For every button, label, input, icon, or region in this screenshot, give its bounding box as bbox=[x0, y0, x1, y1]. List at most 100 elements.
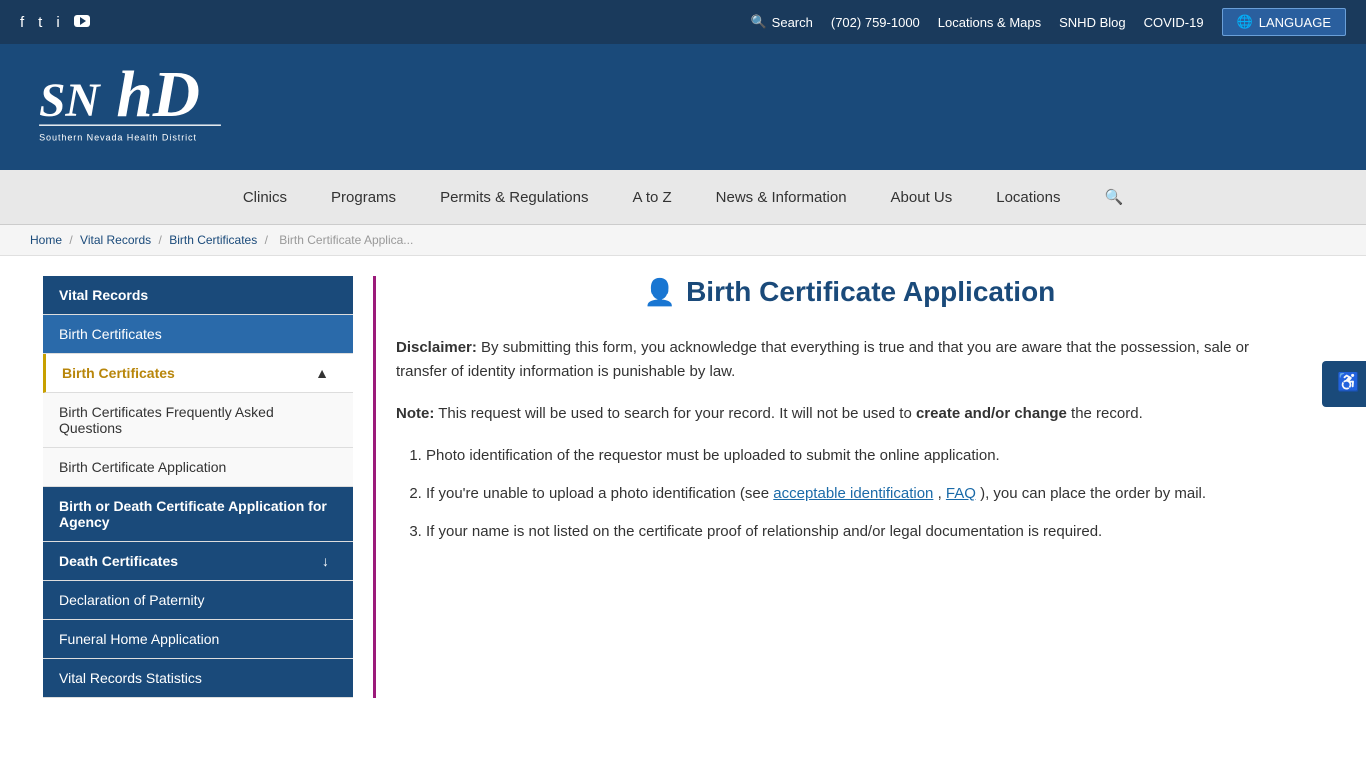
nav-permits-link[interactable]: Permits & Regulations bbox=[418, 171, 610, 224]
sidebar-statistics-link[interactable]: Vital Records Statistics bbox=[43, 659, 353, 697]
page-title: 👤 Birth Certificate Application bbox=[396, 276, 1303, 308]
nav-atoz-link[interactable]: A to Z bbox=[610, 171, 693, 224]
sidebar-faq-link[interactable]: Birth Certificates Frequently Asked Ques… bbox=[43, 393, 353, 447]
nav-item-news[interactable]: News & Information bbox=[694, 171, 869, 224]
sidebar-paternity-item[interactable]: Declaration of Paternity bbox=[43, 581, 353, 620]
utility-links: 🔍 Search (702) 759-1000 Locations & Maps… bbox=[750, 8, 1346, 36]
sidebar-birth-app-item[interactable]: Birth Certificate Application bbox=[43, 448, 353, 487]
disclaimer-label: Disclaimer: bbox=[396, 339, 477, 356]
globe-icon: 🌐 bbox=[1237, 14, 1253, 30]
breadcrumb-vital[interactable]: Vital Records bbox=[80, 233, 151, 247]
sidebar-arrow-up: ▲ bbox=[299, 354, 345, 392]
blog-link[interactable]: SNHD Blog bbox=[1059, 15, 1125, 30]
search-label: Search bbox=[772, 15, 813, 30]
list-item-2-sep: , bbox=[938, 485, 946, 502]
sidebar-vital-records[interactable]: Vital Records bbox=[43, 276, 353, 315]
sidebar-active-row: Birth Certificates ▲ bbox=[46, 354, 353, 392]
sidebar-death-row: Death Certificates ↓ bbox=[43, 542, 353, 580]
list-item-2-text2: ), you can place the order by mail. bbox=[980, 485, 1206, 502]
breadcrumb-home[interactable]: Home bbox=[30, 233, 62, 247]
note-block: Note: This request will be used to searc… bbox=[396, 402, 1303, 426]
list-item-1-text: Photo identification of the requestor mu… bbox=[426, 447, 1000, 464]
sidebar-paternity-link[interactable]: Declaration of Paternity bbox=[43, 581, 353, 619]
sidebar-funeral-link[interactable]: Funeral Home Application bbox=[43, 620, 353, 658]
person-icon: 👤 bbox=[644, 277, 676, 308]
breadcrumb-sep-2: / bbox=[159, 233, 166, 247]
list-item-2: If you're unable to upload a photo ident… bbox=[426, 482, 1303, 506]
breadcrumb: Home / Vital Records / Birth Certificate… bbox=[0, 225, 1366, 256]
main-content: 👤 Birth Certificate Application Disclaim… bbox=[373, 276, 1323, 698]
list-item-2-text1: If you're unable to upload a photo ident… bbox=[426, 485, 773, 502]
sidebar-menu: Vital Records Birth Certificates Birth C… bbox=[43, 276, 353, 698]
note-text: This request will be used to search for … bbox=[438, 405, 916, 422]
breadcrumb-birth[interactable]: Birth Certificates bbox=[169, 233, 257, 247]
covid-link[interactable]: COVID-19 bbox=[1144, 15, 1204, 30]
sidebar-agency-app-link[interactable]: Birth or Death Certificate Application f… bbox=[43, 487, 353, 541]
nav-item-clinics[interactable]: Clinics bbox=[221, 171, 309, 224]
snhd-logo: SN hD Southern Nevada Health District bbox=[30, 62, 230, 152]
phone-link[interactable]: (702) 759-1000 bbox=[831, 15, 920, 30]
nav-item-permits[interactable]: Permits & Regulations bbox=[418, 171, 610, 224]
sidebar-birth-certs-link[interactable]: Birth Certificates bbox=[43, 315, 353, 353]
nav-clinics-link[interactable]: Clinics bbox=[221, 171, 309, 224]
nav-item-programs[interactable]: Programs bbox=[309, 171, 418, 224]
sidebar: Vital Records Birth Certificates Birth C… bbox=[43, 276, 353, 698]
sidebar-faq-item[interactable]: Birth Certificates Frequently Asked Ques… bbox=[43, 393, 353, 448]
site-header: SN hD Southern Nevada Health District bbox=[0, 44, 1366, 170]
note-bold: create and/or change bbox=[916, 405, 1067, 422]
svg-text:hD: hD bbox=[116, 62, 200, 131]
sidebar-statistics-item[interactable]: Vital Records Statistics bbox=[43, 659, 353, 698]
sidebar-death-certs-link[interactable]: Death Certificates bbox=[43, 542, 194, 580]
nav-search-icon[interactable]: 🔍 bbox=[1082, 170, 1145, 224]
nav-programs-link[interactable]: Programs bbox=[309, 171, 418, 224]
sidebar-agency-app-item[interactable]: Birth or Death Certificate Application f… bbox=[43, 487, 353, 542]
twitter-icon[interactable]: t bbox=[38, 14, 42, 31]
note-text2: the record. bbox=[1071, 405, 1143, 422]
sidebar-birth-certs-active[interactable]: Birth Certificates ▲ bbox=[43, 354, 353, 393]
nav-locations-link[interactable]: Locations bbox=[974, 171, 1082, 224]
breadcrumb-sep-1: / bbox=[69, 233, 76, 247]
acceptable-id-link[interactable]: acceptable identification bbox=[773, 485, 933, 502]
search-icon: 🔍 bbox=[750, 14, 766, 30]
breadcrumb-sep-3: / bbox=[265, 233, 272, 247]
svg-text:SN: SN bbox=[39, 75, 101, 127]
nav-about-link[interactable]: About Us bbox=[869, 171, 975, 224]
locations-maps-link[interactable]: Locations & Maps bbox=[938, 15, 1041, 30]
utility-bar: f t i 🔍 Search (702) 759-1000 Locations … bbox=[0, 0, 1366, 44]
sidebar-death-certs-item[interactable]: Death Certificates ↓ bbox=[43, 542, 353, 581]
facebook-icon[interactable]: f bbox=[20, 14, 24, 31]
youtube-icon[interactable] bbox=[74, 14, 90, 31]
list-item-3: If your name is not listed on the certif… bbox=[426, 520, 1303, 544]
logo-area[interactable]: SN hD Southern Nevada Health District bbox=[30, 62, 230, 152]
accessibility-button[interactable]: ♿ bbox=[1322, 361, 1366, 407]
nav-item-atoz[interactable]: A to Z bbox=[610, 171, 693, 224]
sidebar-birth-certs-active-link[interactable]: Birth Certificates bbox=[46, 354, 191, 392]
list-item-1: Photo identification of the requestor mu… bbox=[426, 444, 1303, 468]
content-list: Photo identification of the requestor mu… bbox=[396, 444, 1303, 544]
main-navigation: Clinics Programs Permits & Regulations A… bbox=[0, 170, 1366, 225]
page-container: Vital Records Birth Certificates Birth C… bbox=[23, 256, 1343, 738]
svg-text:Southern Nevada Health Distric: Southern Nevada Health District bbox=[39, 133, 197, 143]
language-button[interactable]: 🌐 LANGUAGE bbox=[1222, 8, 1346, 36]
list-item-3-text: If your name is not listed on the certif… bbox=[426, 523, 1102, 540]
language-label: LANGUAGE bbox=[1259, 15, 1331, 30]
nav-item-about[interactable]: About Us bbox=[869, 171, 975, 224]
faq-link[interactable]: FAQ bbox=[946, 485, 976, 502]
sidebar-vital-records-link[interactable]: Vital Records bbox=[43, 276, 353, 314]
sidebar-arrow-down: ↓ bbox=[306, 542, 345, 580]
breadcrumb-current: Birth Certificate Applica... bbox=[279, 233, 413, 247]
nav-search[interactable]: 🔍 bbox=[1082, 170, 1145, 224]
search-link[interactable]: 🔍 Search bbox=[750, 14, 812, 30]
instagram-icon[interactable]: i bbox=[56, 14, 59, 31]
nav-item-locations[interactable]: Locations bbox=[974, 171, 1082, 224]
nav-news-link[interactable]: News & Information bbox=[694, 171, 869, 224]
sidebar-birth-certs[interactable]: Birth Certificates bbox=[43, 315, 353, 354]
accessibility-icon: ♿ bbox=[1338, 371, 1360, 393]
disclaimer-block: Disclaimer: By submitting this form, you… bbox=[396, 336, 1303, 384]
page-title-text: Birth Certificate Application bbox=[686, 276, 1055, 308]
sidebar-birth-app-link[interactable]: Birth Certificate Application bbox=[43, 448, 353, 486]
sidebar-funeral-item[interactable]: Funeral Home Application bbox=[43, 620, 353, 659]
social-links: f t i bbox=[20, 14, 90, 31]
note-label: Note: bbox=[396, 405, 434, 422]
disclaimer-text: By submitting this form, you acknowledge… bbox=[396, 339, 1249, 380]
